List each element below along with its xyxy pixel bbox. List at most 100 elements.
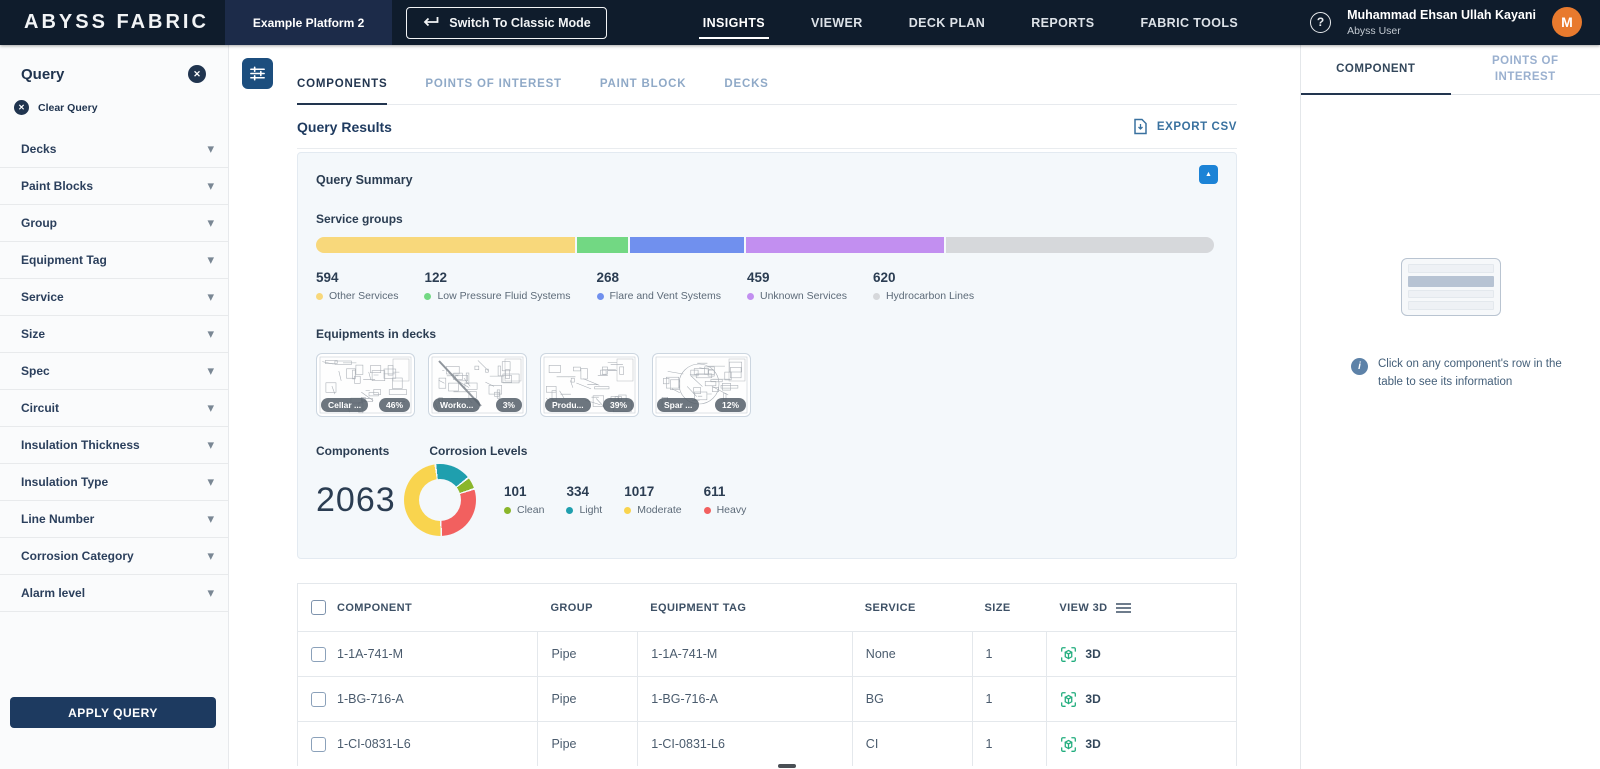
table-row[interactable]: 1-CI-0831-L6Pipe1-CI-0831-L6CI13D — [298, 721, 1236, 766]
avatar[interactable]: M — [1552, 7, 1582, 37]
nav-item-deck-plan[interactable]: DECK PLAN — [909, 0, 986, 45]
close-query-panel-icon[interactable]: ✕ — [188, 65, 206, 83]
equipments-in-decks-label: Equipments in decks — [316, 327, 1216, 341]
legend-label: Heavy — [717, 504, 747, 516]
view-3d-label: 3D — [1085, 692, 1100, 706]
cell-group: Pipe — [537, 677, 637, 721]
export-file-icon — [1133, 118, 1148, 135]
detail-tab-points-of-interest[interactable]: POINTS OF INTEREST — [1451, 45, 1600, 94]
toggle-query-panel-button[interactable] — [242, 58, 273, 89]
nav-item-fabric-tools[interactable]: FABRIC TOOLS — [1140, 0, 1238, 45]
deck-thumbnails: Cellar ...46%Worko...3%Produ...39%Spar .… — [316, 353, 1216, 417]
deck-name-badge: Spar ... — [657, 398, 699, 412]
user-name: Muhammad Ehsan Ullah Kayani — [1347, 7, 1536, 24]
sidebar-filter-decks[interactable]: Decks▾ — [0, 131, 228, 168]
user-block: Muhammad Ehsan Ullah Kayani Abyss User — [1347, 7, 1536, 38]
view-3d-button[interactable]: 3D — [1060, 736, 1100, 753]
sidebar-filter-size[interactable]: Size▾ — [0, 316, 228, 353]
horizontal-scrollbar-thumb[interactable] — [778, 764, 796, 768]
row-checkbox[interactable] — [311, 692, 326, 707]
chevron-down-icon: ▾ — [207, 215, 214, 231]
legend-label: Low Pressure Fluid Systems — [437, 290, 570, 302]
detail-panel-tabs: COMPONENTPOINTS OF INTEREST — [1301, 45, 1600, 95]
deck-thumbnail-3[interactable]: Produ...39% — [540, 353, 639, 417]
sidebar-filter-equipment-tag[interactable]: Equipment Tag▾ — [0, 242, 228, 279]
clear-query-icon: ✕ — [14, 100, 29, 115]
main-content: COMPONENTS POINTS OF INTEREST PAINT BLOCK D… — [230, 45, 1300, 769]
help-icon[interactable]: ? — [1310, 12, 1331, 33]
cell-view-3d: 3D — [1046, 632, 1236, 676]
sidebar-filter-corrosion-category[interactable]: Corrosion Category▾ — [0, 538, 228, 575]
tab-components[interactable]: COMPONENTS — [297, 78, 387, 104]
placeholder-row — [1408, 290, 1494, 299]
table-header-row: COMPONENTGROUPEQUIPMENT TAGSERVICESIZEVI… — [298, 584, 1236, 631]
sidebar-filter-paint-blocks[interactable]: Paint Blocks▾ — [0, 168, 228, 205]
tab-points-of-interest[interactable]: POINTS OF INTEREST — [425, 78, 561, 104]
info-icon: i — [1351, 358, 1368, 375]
filter-label: Alarm level — [21, 586, 85, 600]
row-checkbox[interactable] — [311, 737, 326, 752]
sidebar-filter-circuit[interactable]: Circuit▾ — [0, 390, 228, 427]
deck-percent-badge: 12% — [715, 398, 746, 412]
detail-tab-component[interactable]: COMPONENT — [1301, 45, 1451, 94]
export-csv-button[interactable]: EXPORT CSV — [1133, 118, 1237, 135]
nav-item-viewer[interactable]: VIEWER — [811, 0, 863, 45]
column-header-label: EQUIPMENT TAG — [650, 602, 746, 614]
chevron-down-icon: ▾ — [207, 252, 214, 268]
sidebar-filter-service[interactable]: Service ▾ — [0, 279, 228, 316]
legend-dot — [624, 507, 631, 514]
cell-group: Pipe — [537, 722, 637, 766]
legend-value: 1017 — [624, 484, 681, 499]
sidebar-filter-spec[interactable]: Spec▾ — [0, 353, 228, 390]
legend-value: 459 — [747, 270, 847, 285]
filter-label: Service — [21, 290, 64, 304]
detail-panel: COMPONENTPOINTS OF INTEREST i Click on a… — [1300, 45, 1600, 769]
deck-name-badge: Produ... — [545, 398, 591, 412]
deck-name-badge: Worko... — [433, 398, 480, 412]
chevron-down-icon: ▾ — [207, 289, 214, 305]
sidebar-filter-line-number[interactable]: Line Number▾ — [0, 501, 228, 538]
service-groups-legend: 594Other Services122Low Pressure Fluid S… — [316, 270, 1216, 302]
bar-segment-low-pressure-fluid-systems — [575, 237, 628, 253]
corrosion-levels-label: Corrosion Levels — [429, 444, 527, 458]
nav-item-insights[interactable]: INSIGHTS — [703, 0, 765, 45]
bar-segment-unknown-services — [744, 237, 944, 253]
collapse-summary-button[interactable]: ▲ — [1199, 165, 1218, 184]
nav-item-reports[interactable]: REPORTS — [1031, 0, 1094, 45]
tab-decks[interactable]: DECKS — [724, 78, 768, 104]
sidebar-filter-alarm-level[interactable]: Alarm level ▾ — [0, 575, 228, 612]
cell-equipment-tag: 1-BG-716-A — [637, 677, 852, 721]
corrosion-donut-chart — [404, 464, 476, 536]
legend-item-low-pressure-fluid-systems: 122Low Pressure Fluid Systems — [424, 270, 570, 302]
sidebar-filter-group[interactable]: Group▾ — [0, 205, 228, 242]
column-header-component: COMPONENT — [298, 584, 537, 631]
sidebar-filter-insulation-type[interactable]: Insulation Type▾ — [0, 464, 228, 501]
legend-item-unknown-services: 459Unknown Services — [747, 270, 847, 302]
user-role: Abyss User — [1347, 24, 1536, 38]
view-3d-button[interactable]: 3D — [1060, 691, 1100, 708]
deck-thumbnail-4[interactable]: Spar ... 12% — [652, 353, 751, 417]
deck-thumbnail-2[interactable]: Worko...3% — [428, 353, 527, 417]
view-3d-icon — [1060, 646, 1077, 663]
column-settings-icon[interactable] — [1116, 602, 1131, 614]
clear-query-button[interactable]: ✕ Clear Query — [0, 83, 228, 119]
sidebar-filter-insulation-thickness[interactable]: Insulation Thickness▾ — [0, 427, 228, 464]
view-3d-button[interactable]: 3D — [1060, 646, 1100, 663]
column-header-group: GROUP — [537, 584, 637, 631]
chevron-down-icon: ▾ — [207, 585, 214, 601]
deck-thumbnail-1[interactable]: Cellar ...46% — [316, 353, 415, 417]
table-row[interactable]: 1-1A-741-MPipe1-1A-741-MNone13D — [298, 631, 1236, 676]
switch-classic-mode-button[interactable]: Switch To Classic Mode — [406, 7, 606, 39]
row-checkbox[interactable] — [311, 647, 326, 662]
apply-query-button[interactable]: APPLY QUERY — [10, 697, 216, 728]
tab-paint-block[interactable]: PAINT BLOCK — [600, 78, 687, 104]
legend-item-flare-and-vent-systems: 268Flare and Vent Systems — [597, 270, 721, 302]
query-results-title: Query Results — [297, 119, 392, 135]
table-row[interactable]: 1-BG-716-APipe1-BG-716-ABG13D — [298, 676, 1236, 721]
select-all-checkbox[interactable] — [311, 600, 326, 615]
platform-selector[interactable]: Example Platform 2 — [225, 0, 392, 45]
column-header-service: SERVICE — [852, 584, 972, 631]
filter-label: Decks — [21, 142, 56, 156]
legend-dot — [873, 293, 880, 300]
filter-label: Spec — [21, 364, 50, 378]
